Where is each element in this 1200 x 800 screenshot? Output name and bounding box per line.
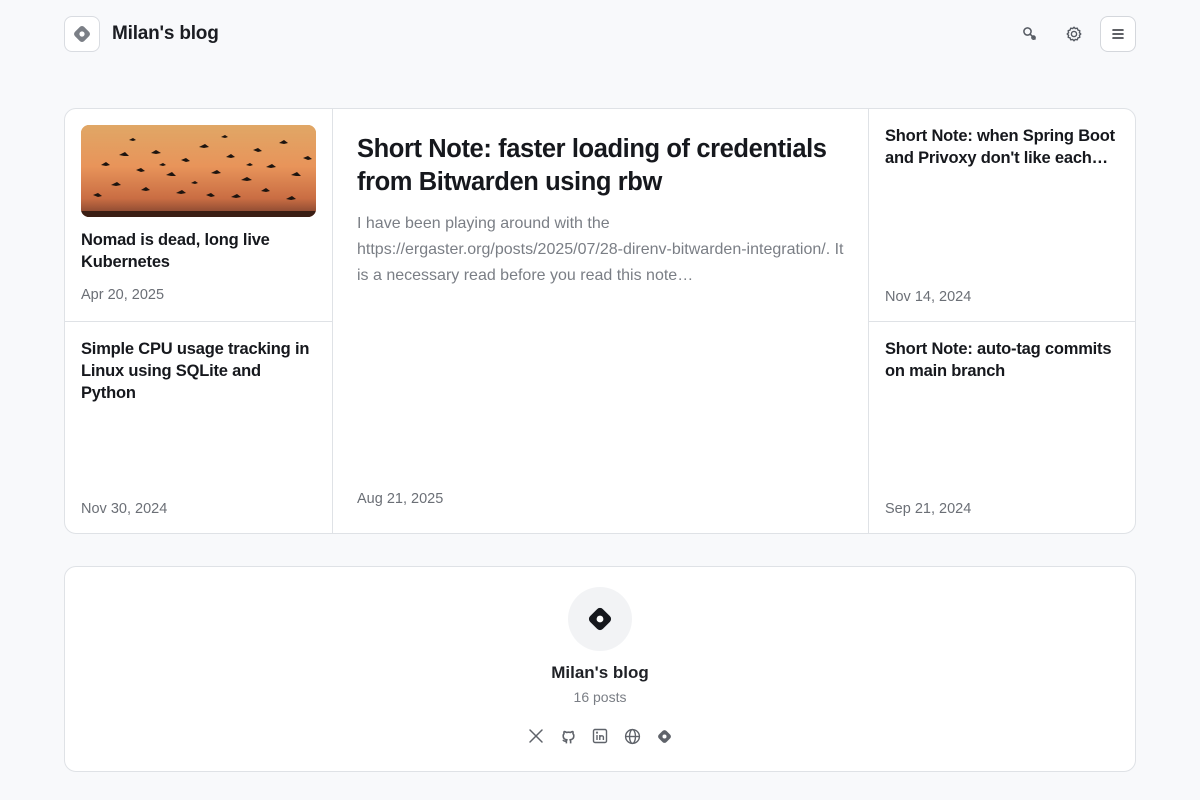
blog-icon: [657, 729, 671, 743]
post-title[interactable]: Nomad is dead, long live Kubernetes: [81, 229, 316, 273]
profile-name: Milan's blog: [551, 663, 649, 682]
x-icon: [529, 729, 543, 743]
post-date: Nov 30, 2024: [81, 501, 168, 517]
github-icon: [561, 730, 575, 743]
post-card[interactable]: Short Note: when Spring Boot and Privoxy…: [869, 109, 1135, 322]
featured-post-title[interactable]: Short Note: faster loading of credential…: [357, 133, 844, 199]
social-links: [527, 727, 673, 745]
avatar: [568, 587, 632, 651]
post-title[interactable]: Short Note: auto-tag commits on main bra…: [885, 338, 1119, 382]
posts-grid: Nomad is dead, long live Kubernetes Apr …: [64, 108, 1136, 534]
globe-icon: [624, 728, 640, 744]
post-card[interactable]: Nomad is dead, long live Kubernetes Apr …: [65, 109, 333, 322]
logo-icon[interactable]: [64, 16, 100, 52]
post-card[interactable]: Simple CPU usage tracking in Linux using…: [65, 322, 333, 533]
linkedin-icon: [592, 728, 608, 744]
blog-link[interactable]: [655, 727, 673, 745]
github-link[interactable]: [559, 727, 577, 745]
menu-icon: [1112, 29, 1124, 39]
post-title[interactable]: Simple CPU usage tracking in Linux using…: [81, 338, 316, 404]
x-link[interactable]: [527, 727, 545, 745]
post-card[interactable]: Short Note: auto-tag commits on main bra…: [869, 322, 1135, 533]
post-date: Nov 14, 2024: [885, 289, 972, 305]
linkedin-link[interactable]: [591, 727, 609, 745]
search-icon: [1023, 27, 1036, 40]
settings-icon: [1066, 26, 1082, 42]
blog-logo-icon: [588, 607, 612, 631]
settings-button[interactable]: [1056, 16, 1092, 52]
post-count: 16 posts: [573, 689, 627, 705]
post-date: Sep 21, 2024: [885, 501, 972, 517]
brand[interactable]: Milan's blog: [64, 16, 219, 52]
featured-post-date: Aug 21, 2025: [357, 491, 444, 507]
search-button[interactable]: [1012, 16, 1048, 52]
profile-card: Milan's blog 16 posts: [64, 566, 1136, 772]
featured-post-excerpt: I have been playing around with the http…: [357, 215, 844, 284]
featured-post-card[interactable]: Short Note: faster loading of credential…: [333, 109, 869, 533]
header-actions: [1012, 16, 1136, 52]
post-thumbnail[interactable]: [81, 125, 316, 217]
website-link[interactable]: [623, 727, 641, 745]
site-title[interactable]: Milan's blog: [112, 23, 219, 45]
post-date: Apr 20, 2025: [81, 287, 165, 303]
site-header: Milan's blog: [64, 16, 1136, 52]
menu-button[interactable]: [1100, 16, 1136, 52]
post-title[interactable]: Short Note: when Spring Boot and Privoxy…: [885, 125, 1119, 169]
